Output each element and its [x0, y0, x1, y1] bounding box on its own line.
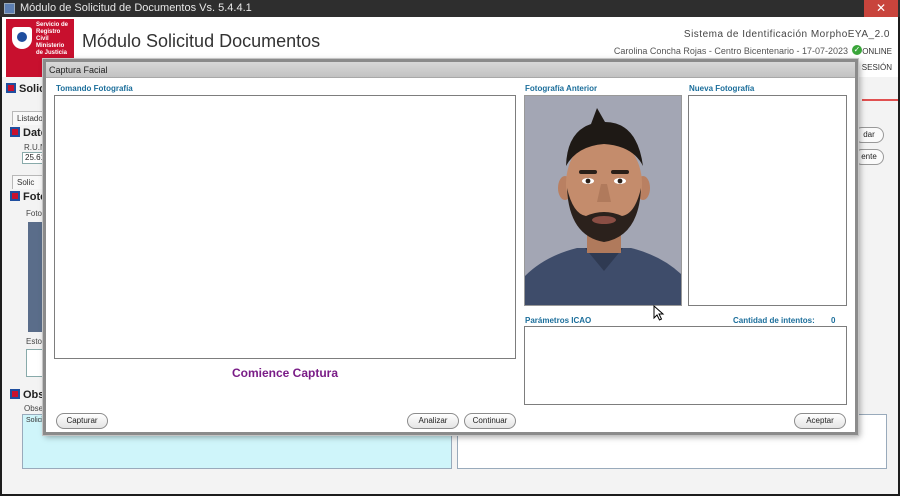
section-icon [10, 127, 20, 137]
new-photo [688, 95, 847, 306]
estado-label: Esto [26, 337, 43, 346]
capture-panel-title: Tomando Fotografía [56, 84, 133, 93]
section-icon [6, 83, 16, 93]
user-info: Carolina Concha Rojas - Centro Bicentena… [613, 46, 848, 56]
tab-listado[interactable]: Listado [12, 111, 46, 125]
app-title: Módulo Solicitud Documentos [82, 31, 321, 51]
mouse-cursor-icon [653, 305, 665, 321]
dialog-title: Captura Facial [46, 62, 855, 78]
camera-capture-area [54, 95, 516, 359]
portrait-image [525, 96, 681, 305]
tab-solicitud[interactable]: Solic [12, 175, 46, 189]
attempts-count: 0 [831, 316, 836, 325]
icao-parameters-box [524, 326, 847, 405]
section-foto: Foto [10, 191, 47, 203]
background-button-2[interactable]: ente [854, 149, 884, 165]
section-icon [10, 389, 20, 399]
online-check-icon: ✓ [852, 45, 862, 55]
analyze-button[interactable]: Analizar [407, 413, 459, 429]
session-link[interactable]: SESIÓN [862, 63, 892, 72]
section-icon [10, 191, 20, 201]
icao-title: Parámetros ICAO [525, 316, 592, 325]
section-solicitud: Solic [6, 83, 45, 95]
captura-facial-dialog: Captura Facial Tomando Fotografía Fotogr… [43, 59, 858, 435]
accept-button[interactable]: Aceptar [794, 413, 846, 429]
status-message: Comience Captura [231, 366, 339, 380]
window-close-button[interactable]: ✕ [864, 0, 898, 17]
app-titlebar: Módulo de Solicitud de Documentos Vs. 5.… [0, 0, 900, 17]
background-button-1[interactable]: dar [854, 127, 884, 143]
new-photo-title: Nueva Fotografía [689, 84, 755, 93]
window-title: Módulo de Solicitud de Documentos Vs. 5.… [20, 2, 252, 14]
attempts-label: Cantidad de intentos: [733, 316, 815, 325]
foto-label: Foto [26, 209, 43, 218]
continue-button[interactable]: Continuar [464, 413, 516, 429]
header-divider [862, 99, 898, 101]
previous-photo [524, 95, 682, 306]
system-name: Sistema de Identificación MorphoEYA_2.0 [683, 29, 890, 40]
section-datos: Dato [10, 127, 47, 139]
app-icon [4, 3, 15, 14]
previous-photo-title: Fotografía Anterior [525, 84, 598, 93]
capture-button[interactable]: Capturar [56, 413, 108, 429]
online-status: ONLINE [862, 47, 892, 56]
shield-icon [12, 27, 32, 49]
